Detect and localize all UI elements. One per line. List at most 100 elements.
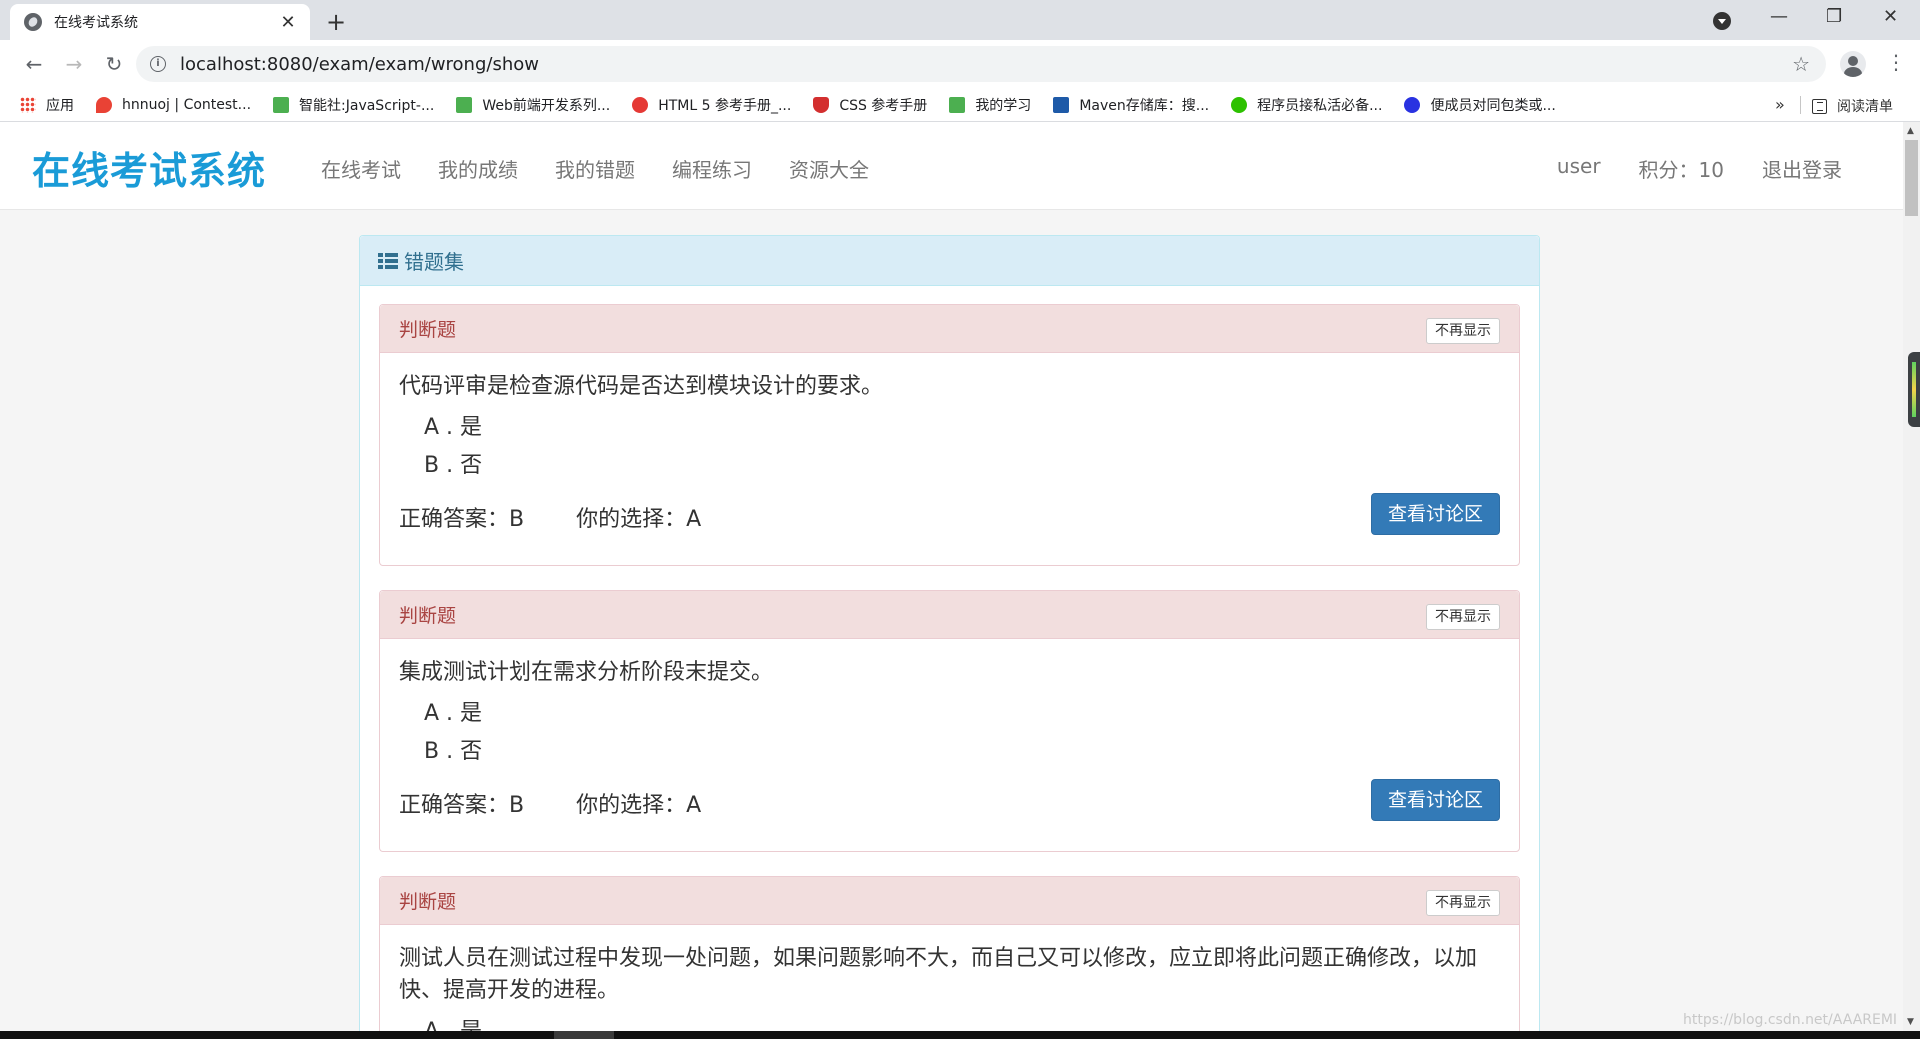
bookmark-hnnuoj[interactable]: hnnuoj | Contest... [96, 96, 251, 113]
question-type: 判断题 [399, 605, 457, 627]
bookmark-green-icon [273, 96, 290, 113]
reload-button[interactable]: ↻ [94, 52, 134, 76]
owl-icon [632, 96, 649, 113]
bookmark-apps[interactable]: 应用 [20, 95, 74, 115]
option-a: A . 是 [424, 701, 483, 726]
option-a: A . 是 [424, 415, 483, 440]
bookmark-web-frontend[interactable]: Web前端开发系列... [456, 95, 610, 115]
correct-answer: 正确答案：B [399, 793, 525, 818]
question-text: 测试人员在测试过程中发现一处问题，如果问题影响不大，而自己又可以修改，应立即将此… [399, 946, 1478, 1003]
option-a: A . 是 [399, 1013, 1500, 1031]
bookmark-green-icon [949, 96, 966, 113]
address-bar[interactable]: i localhost:8080/exam/exam/wrong/show ☆ [136, 46, 1826, 82]
side-widget-icon[interactable] [1908, 352, 1920, 427]
globe-icon [24, 13, 42, 31]
question-body: 测试人员在测试过程中发现一处问题，如果问题影响不大，而自己又可以修改，应立即将此… [380, 925, 1519, 1031]
nav-online-exam[interactable]: 在线考试 [321, 154, 401, 183]
panel-title: 错题集 [404, 250, 464, 274]
browser-tab-bar: 在线考试系统 ✕ + — ❐ ✕ [0, 0, 1920, 40]
bookmark-javascript[interactable]: 智能社:JavaScript-... [273, 95, 434, 115]
mvn-icon [1053, 96, 1070, 113]
scroll-down-icon[interactable]: ▼ [1907, 1017, 1914, 1027]
bookmarks-bar: 应用 hnnuoj | Contest... 智能社:JavaScript-..… [0, 88, 1920, 122]
question-type-heading: 判断题 不再显示 [380, 877, 1519, 925]
new-tab-button[interactable]: + [326, 8, 346, 36]
site-nav-links: 在线考试 我的成绩 我的错题 编程练习 资源大全 [321, 154, 906, 183]
question-type: 判断题 [399, 319, 457, 341]
url-text[interactable]: localhost:8080/exam/exam/wrong/show [180, 54, 1792, 75]
hide-question-button[interactable]: 不再显示 [1426, 318, 1500, 344]
question-card: 判断题 不再显示 测试人员在测试过程中发现一处问题，如果问题影响不大，而自己又可… [379, 876, 1520, 1031]
bookmark-green-icon [456, 96, 473, 113]
close-window-button[interactable]: ✕ [1883, 6, 1898, 27]
shield-icon [813, 96, 830, 113]
os-taskbar [0, 1031, 1920, 1039]
your-choice: 你的选择：A [576, 793, 702, 818]
site-navbar: 在线考试系统 在线考试 我的成绩 我的错题 编程练习 资源大全 user 积分：… [0, 122, 1920, 210]
nav-resources[interactable]: 资源大全 [789, 154, 869, 183]
nav-logout[interactable]: 退出登录 [1762, 154, 1842, 183]
question-text: 代码评审是检查源代码是否达到模块设计的要求。 [399, 374, 884, 399]
nav-coding-practice[interactable]: 编程练习 [672, 154, 752, 183]
info-icon[interactable]: i [150, 56, 166, 72]
reading-list-button[interactable]: 阅读清单 [1812, 96, 1893, 116]
bookmark-maven[interactable]: Maven存储库：搜... [1053, 95, 1209, 115]
hide-question-button[interactable]: 不再显示 [1426, 604, 1500, 630]
taskbar-active-app[interactable] [554, 1031, 614, 1039]
page-viewport: 在线考试系统 在线考试 我的成绩 我的错题 编程练习 资源大全 user 积分：… [0, 122, 1920, 1031]
question-text: 集成测试计划在需求分析阶段末提交。 [399, 660, 774, 685]
question-type-heading: 判断题 不再显示 [380, 305, 1519, 353]
browser-tab[interactable]: 在线考试系统 ✕ [10, 4, 310, 40]
wechat-icon [1231, 96, 1248, 113]
watermark-text: https://blog.csdn.net/AAAREMI [1683, 1012, 1898, 1028]
question-card: 判断题 不再显示 集成测试计划在需求分析阶段末提交。 A . 是 B . 否 正… [379, 590, 1520, 852]
panel-heading: 错题集 [360, 236, 1539, 286]
view-discussion-button[interactable]: 查看讨论区 [1370, 493, 1500, 535]
profile-avatar-icon[interactable] [1840, 51, 1866, 77]
your-choice: 你的选择：A [576, 507, 702, 532]
bookmarks-divider [1800, 96, 1801, 114]
list-icon [378, 252, 398, 270]
bookmark-html5[interactable]: HTML 5 参考手册_... [632, 95, 791, 115]
bookmark-css[interactable]: CSS 参考手册 [813, 95, 927, 115]
maximize-button[interactable]: ❐ [1826, 6, 1842, 27]
site-brand[interactable]: 在线考试系统 [32, 140, 266, 195]
page-scrollbar[interactable]: ▲ ▼ [1903, 122, 1920, 1031]
nav-username[interactable]: user [1557, 154, 1601, 183]
bookmark-star-icon[interactable]: ☆ [1792, 52, 1810, 76]
scroll-up-icon[interactable]: ▲ [1907, 126, 1914, 136]
reading-list-icon [1812, 98, 1827, 114]
apps-grid-icon [20, 96, 36, 113]
site-nav-right: user 积分：10 退出登录 [1519, 154, 1842, 183]
hide-question-button[interactable]: 不再显示 [1426, 890, 1500, 916]
bookmark-freelance[interactable]: 程序员接私活必备... [1231, 95, 1382, 115]
tab-close-icon[interactable]: ✕ [278, 12, 298, 33]
forward-button[interactable]: → [54, 52, 94, 76]
question-type-heading: 判断题 不再显示 [380, 591, 1519, 639]
scroll-thumb[interactable] [1905, 140, 1918, 216]
bookmark-baidu[interactable]: 便成员对同包类或... [1404, 95, 1556, 115]
balloon-icon [96, 96, 112, 113]
question-body: 集成测试计划在需求分析阶段末提交。 A . 是 B . 否 正确答案：B 你的选… [380, 639, 1519, 825]
answer-row: 正确答案：B 你的选择：A [399, 781, 1500, 825]
nav-points: 积分：10 [1638, 158, 1724, 182]
option-b: B . 否 [424, 453, 483, 478]
question-type: 判断题 [399, 891, 457, 913]
browser-menu-icon[interactable]: ⋮ [1886, 50, 1906, 74]
question-body: 代码评审是检查源代码是否达到模块设计的要求。 A . 是 B . 否 正确答案：… [380, 353, 1519, 539]
option-b: B . 否 [424, 739, 483, 764]
minimize-button[interactable]: — [1770, 6, 1788, 27]
correct-answer: 正确答案：B [399, 507, 525, 532]
tab-title: 在线考试系统 [54, 15, 138, 31]
browser-toolbar: ← → ↻ i localhost:8080/exam/exam/wrong/s… [0, 40, 1920, 88]
view-discussion-button[interactable]: 查看讨论区 [1370, 779, 1500, 821]
nav-my-scores[interactable]: 我的成绩 [438, 154, 518, 183]
nav-my-wrong-questions[interactable]: 我的错题 [555, 154, 635, 183]
question-card: 判断题 不再显示 代码评审是检查源代码是否达到模块设计的要求。 A . 是 B … [379, 304, 1520, 566]
bookmarks-overflow-icon[interactable]: » [1775, 95, 1785, 114]
bookmark-my-study[interactable]: 我的学习 [949, 95, 1031, 115]
wrong-questions-panel: 错题集 判断题 不再显示 代码评审是检查源代码是否达到模块设计的要求。 A . … [359, 235, 1540, 1031]
tab-search-icon[interactable] [1713, 12, 1731, 30]
answer-row: 正确答案：B 你的选择：A [399, 495, 1500, 539]
back-button[interactable]: ← [14, 52, 54, 76]
